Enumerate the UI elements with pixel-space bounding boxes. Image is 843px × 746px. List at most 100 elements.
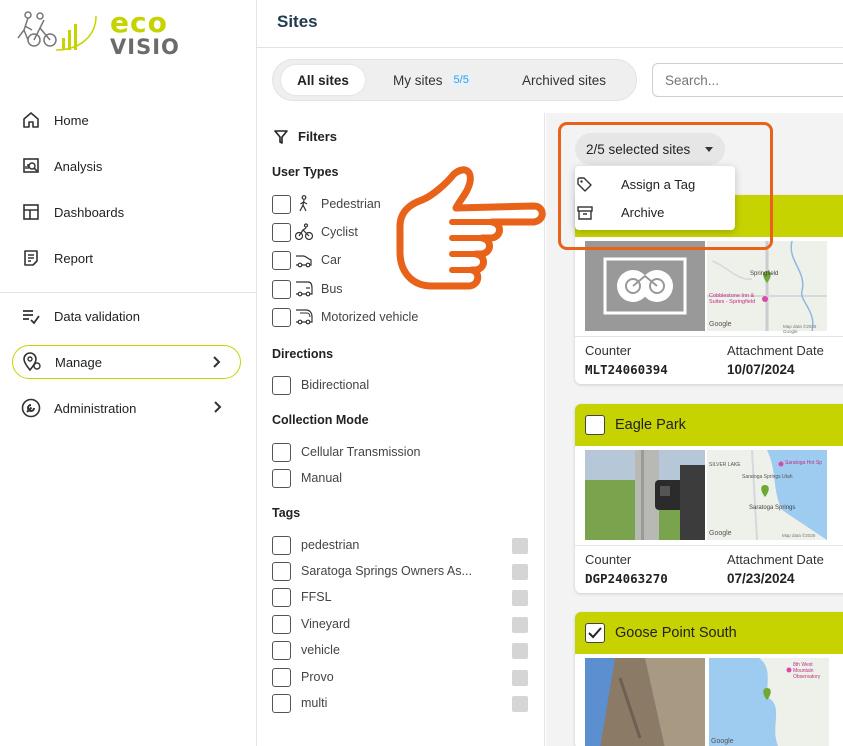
tag-color-swatch	[512, 643, 528, 659]
checkbox[interactable]	[272, 307, 291, 327]
site-photo	[585, 658, 705, 746]
tab-all-sites[interactable]: All sites	[281, 65, 365, 95]
sidebar-item-analysis[interactable]: Analysis	[12, 149, 241, 183]
tag-color-swatch	[512, 670, 528, 686]
sidebar-item-data-validation[interactable]: Data validation	[12, 299, 241, 333]
site-card[interactable]: Eagle Park SILVER LAKE Saratoga Hot Sp S…	[575, 404, 843, 593]
checkbox[interactable]	[272, 693, 291, 713]
ecovisio-logo[interactable]: eco VISIO	[10, 6, 179, 62]
site-map-thumbnail: Springfield Cobblestone Inn & Suites - S…	[707, 240, 827, 334]
analysis-icon	[20, 155, 42, 177]
map-label: Cobblestone Inn & Suites - Springfield	[709, 293, 756, 305]
site-card-header: Eagle Park	[575, 404, 843, 446]
filter-collection-manual[interactable]: Manual	[272, 468, 342, 488]
google-watermark: Google	[709, 321, 732, 328]
counter-label: Counter	[585, 552, 632, 567]
site-card[interactable]: Goose Point South 8th West Mountain Obse…	[575, 612, 843, 746]
filter-tag-saratoga[interactable]: Saratoga Springs Owners As...	[272, 561, 472, 581]
filter-tag-provo[interactable]: Provo	[272, 667, 334, 687]
selected-sites-dropdown[interactable]: 2/5 selected sites	[575, 133, 725, 165]
sidebar-item-label: Manage	[55, 354, 102, 370]
section-tags: Tags	[272, 506, 301, 520]
my-sites-count-badge: 5/5	[450, 73, 472, 87]
counter-id: MLT24060394	[585, 362, 668, 377]
menu-item-label: Archive	[621, 205, 665, 220]
checkbox[interactable]	[272, 375, 291, 395]
filter-label: pedestrian	[301, 538, 360, 552]
section-user-types: User Types	[272, 165, 339, 179]
sidebar-item-manage[interactable]: Manage	[12, 345, 241, 379]
tag-color-swatch	[512, 564, 528, 580]
sidebar-item-home[interactable]: Home	[12, 103, 241, 137]
menu-item-archive[interactable]: Archive	[577, 205, 665, 220]
filter-label: Saratoga Springs Owners As...	[301, 564, 472, 578]
site-name: Eagle Park	[615, 417, 686, 433]
attachment-date: 10/07/2024	[727, 362, 795, 377]
sidebar-item-dashboards[interactable]: Dashboards	[12, 195, 241, 229]
page-title: Sites	[277, 12, 318, 31]
checkbox[interactable]	[272, 442, 291, 462]
sidebar-item-label: Analysis	[54, 158, 103, 174]
counter-id: DGP24063270	[585, 571, 668, 586]
checkbox[interactable]	[272, 468, 291, 488]
filter-direction-bidirectional[interactable]: Bidirectional	[272, 375, 369, 395]
sidebar-item-label: Administration	[54, 400, 137, 416]
selected-sites-label: 2/5 selected sites	[586, 141, 691, 157]
filter-label: Vineyard	[301, 617, 351, 631]
tab-my-sites[interactable]: My sites 5/5	[393, 65, 472, 95]
filter-label: FFSL	[301, 590, 332, 604]
checkbox[interactable]	[272, 279, 291, 299]
checkbox[interactable]	[272, 535, 291, 555]
map-label: Saratoga Hot Sp	[785, 460, 822, 466]
filter-tag-multi[interactable]: multi	[272, 693, 327, 713]
filter-user-type-motorized-vehicle[interactable]: Motorized vehicle	[272, 307, 418, 327]
sidebar: eco VISIO Home Analysis Dashboards Repor…	[0, 0, 257, 746]
map-label: 8th West Mountain Observatory	[793, 662, 821, 680]
chevron-right-icon	[213, 400, 223, 417]
sidebar-item-report[interactable]: Report	[12, 241, 241, 275]
checkbox[interactable]	[272, 250, 291, 270]
attachment-date-label: Attachment Date	[727, 552, 824, 567]
site-name: Goose Point South	[615, 625, 737, 641]
menu-item-assign-tag[interactable]: Assign a Tag	[577, 176, 695, 192]
filter-label: multi	[301, 696, 328, 710]
cyclist-pedestrian-placeholder-icon	[603, 257, 687, 315]
google-watermark: Google	[711, 738, 734, 745]
filter-user-type-car[interactable]: Car	[272, 250, 341, 270]
bulk-actions-menu: Assign a Tag Archive	[575, 166, 735, 230]
filter-tag-vineyard[interactable]: Vineyard	[272, 614, 350, 634]
checkbox[interactable]	[272, 222, 291, 242]
tab-archived-sites[interactable]: Archived sites	[522, 65, 606, 95]
sidebar-item-label: Report	[54, 250, 94, 266]
filter-label: vehicle	[301, 643, 340, 657]
chevron-right-icon	[212, 355, 222, 372]
checkbox[interactable]	[272, 194, 291, 214]
filter-collection-cellular[interactable]: Cellular Transmission	[272, 442, 420, 462]
car-icon	[293, 250, 315, 270]
home-icon	[20, 109, 42, 131]
checkbox[interactable]	[272, 640, 291, 660]
sidebar-item-administration[interactable]: Administration	[12, 391, 241, 425]
counter-label: Counter	[585, 343, 632, 358]
filter-tag-pedestrian[interactable]: pedestrian	[272, 535, 359, 555]
site-tabs: All sites My sites 5/5 Archived sites	[272, 59, 637, 101]
checkbox[interactable]	[272, 587, 291, 607]
filter-user-type-pedestrian[interactable]: Pedestrian	[272, 194, 381, 214]
checkbox[interactable]	[272, 667, 291, 687]
filter-tag-vehicle[interactable]: vehicle	[272, 640, 340, 660]
site-select-checkbox[interactable]	[585, 415, 605, 435]
bus-icon	[293, 279, 315, 299]
filter-label: Motorized vehicle	[321, 310, 419, 324]
site-select-checkbox[interactable]	[585, 623, 605, 643]
search-input[interactable]	[652, 63, 843, 97]
cyclist-pedestrian-logo-icon	[17, 11, 97, 51]
attachment-date-label: Attachment Date	[727, 343, 824, 358]
checkbox[interactable]	[272, 614, 291, 634]
filter-user-type-bus[interactable]: Bus	[272, 279, 343, 299]
filter-user-type-cyclist[interactable]: Cyclist	[272, 222, 358, 242]
pedestrian-icon	[293, 194, 315, 214]
logo-eco-text: eco	[110, 6, 168, 39]
site-map-thumbnail: SILVER LAKE Saratoga Hot Sp Saratoga Spr…	[707, 449, 827, 541]
checkbox[interactable]	[272, 561, 291, 581]
filter-tag-ffsl[interactable]: FFSL	[272, 587, 332, 607]
